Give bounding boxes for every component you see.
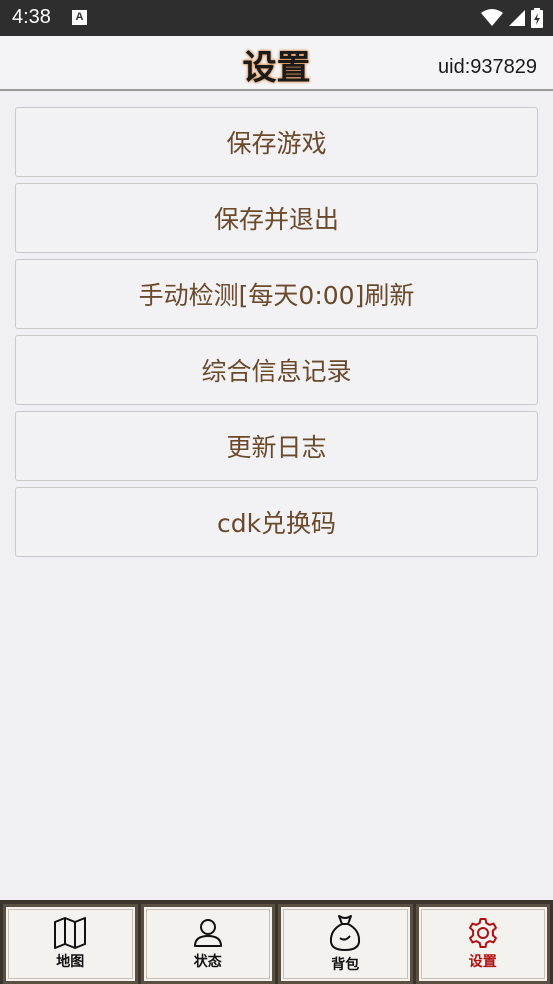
a-letter-icon: A (72, 10, 87, 25)
save-and-exit-button[interactable]: 保存并退出 (15, 183, 538, 253)
person-icon (193, 919, 222, 947)
tab-settings[interactable]: 设置 (415, 904, 550, 984)
cdk-redeem-button[interactable]: cdk兑换码 (15, 487, 538, 557)
changelog-button[interactable]: 更新日志 (15, 411, 538, 481)
gear-icon (468, 918, 497, 948)
header: 设置 uid:937829 (0, 36, 553, 91)
status-bar: 4:38 A (0, 0, 553, 36)
signal-icon (509, 10, 525, 26)
status-time: 4:38 (12, 6, 51, 28)
tab-status-label: 状态 (193, 954, 222, 970)
info-records-button[interactable]: 综合信息记录 (15, 335, 538, 405)
save-game-button[interactable]: 保存游戏 (15, 107, 538, 177)
status-icons (481, 8, 543, 28)
battery-icon (531, 8, 543, 28)
tab-bag-label: 背包 (331, 957, 360, 973)
tab-status[interactable]: 状态 (140, 904, 275, 984)
tab-settings-label: 设置 (468, 954, 497, 970)
settings-menu: 保存游戏 保存并退出 手动检测[每天0:00]刷新 综合信息记录 更新日志 cd… (15, 107, 538, 563)
bottom-tab-bar: 地图 状态 背包 设置 (0, 900, 553, 984)
manual-refresh-check-button[interactable]: 手动检测[每天0:00]刷新 (15, 259, 538, 329)
tab-map-label: 地图 (56, 954, 85, 970)
map-icon (54, 917, 87, 949)
bag-icon (330, 915, 361, 951)
tab-map[interactable]: 地图 (3, 904, 138, 984)
uid-label: uid:937829 (438, 56, 537, 78)
tab-bag[interactable]: 背包 (278, 904, 413, 984)
wifi-icon (481, 9, 503, 26)
